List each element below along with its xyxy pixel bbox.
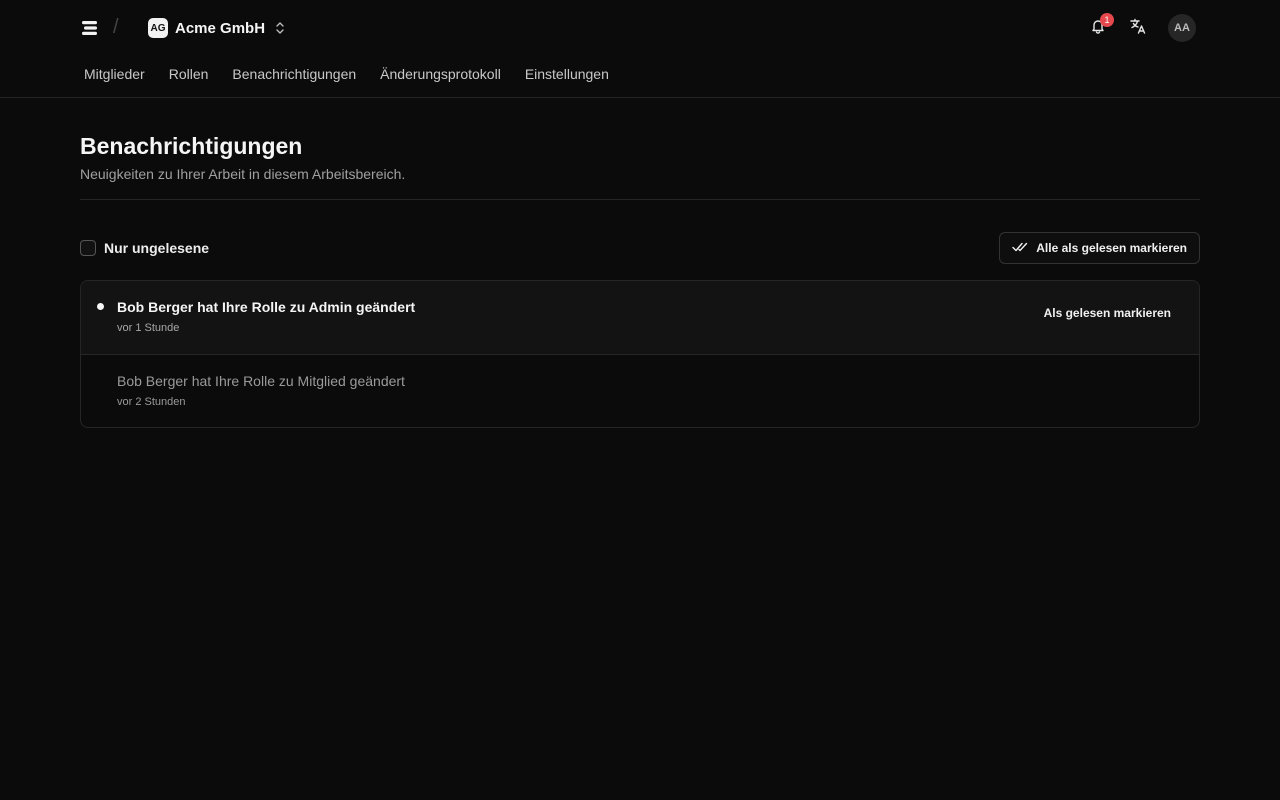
page-title: Benachrichtigungen xyxy=(80,133,303,159)
page-subtitle: Neuigkeiten zu Ihrer Arbeit in diesem Ar… xyxy=(80,166,406,182)
notification-title: Bob Berger hat Ihre Rolle zu Mitglied ge… xyxy=(117,373,405,389)
main-content: Benachrichtigungen Neuigkeiten zu Ihrer … xyxy=(80,98,1200,428)
user-avatar[interactable]: AA xyxy=(1168,14,1196,42)
notification-item[interactable]: Bob Berger hat Ihre Rolle zu Mitglied ge… xyxy=(81,354,1199,427)
mark-all-read-button[interactable]: Alle als gelesen markieren xyxy=(999,232,1200,264)
header-actions: 1 AA xyxy=(1086,13,1196,42)
notifications-count-badge: 1 xyxy=(1100,13,1114,27)
notifications-toolbar: Nur ungelesene Alle als gelesen markiere… xyxy=(80,232,1200,264)
nav-item-notifications[interactable]: Benachrichtigungen xyxy=(232,66,356,82)
notification-item[interactable]: Bob Berger hat Ihre Rolle zu Admin geänd… xyxy=(81,281,1199,354)
mark-all-read-label: Alle als gelesen markieren xyxy=(1036,241,1187,255)
notifications-list: Bob Berger hat Ihre Rolle zu Admin geänd… xyxy=(80,280,1200,428)
workspace-switcher[interactable]: AG Acme GmbH xyxy=(148,17,286,39)
breadcrumb-separator: / xyxy=(113,16,119,38)
nav-item-roles[interactable]: Rollen xyxy=(169,66,209,82)
language-button[interactable] xyxy=(1126,14,1150,42)
nav-item-settings[interactable]: Einstellungen xyxy=(525,66,609,82)
unread-only-filter[interactable]: Nur ungelesene xyxy=(80,240,209,256)
notification-title: Bob Berger hat Ihre Rolle zu Admin geänd… xyxy=(117,299,416,315)
workspace-badge: AG xyxy=(148,18,168,38)
unread-only-label: Nur ungelesene xyxy=(104,240,210,256)
nav-item-members[interactable]: Mitglieder xyxy=(84,66,145,82)
chevron-up-down-icon xyxy=(274,20,286,36)
unread-indicator xyxy=(97,303,104,310)
translate-icon xyxy=(1129,17,1147,40)
nav-item-changelog[interactable]: Änderungsprotokoll xyxy=(380,66,501,82)
notification-time: vor 2 Stunden xyxy=(117,396,186,408)
workspace-nav: Mitglieder Rollen Benachrichtigungen Änd… xyxy=(84,66,609,82)
top-header: / AG Acme GmbH 1 AA Mitglieder Rollen Be… xyxy=(0,0,1280,98)
mark-as-read-button[interactable]: Als gelesen markieren xyxy=(1044,306,1171,320)
stacked-layers-icon[interactable] xyxy=(80,18,100,38)
section-divider xyxy=(80,199,1200,200)
double-check-icon xyxy=(1012,241,1028,256)
unread-only-checkbox[interactable] xyxy=(80,240,96,256)
notification-time: vor 1 Stunde xyxy=(117,322,180,334)
notifications-button[interactable]: 1 xyxy=(1086,13,1114,42)
workspace-name: Acme GmbH xyxy=(175,19,266,37)
